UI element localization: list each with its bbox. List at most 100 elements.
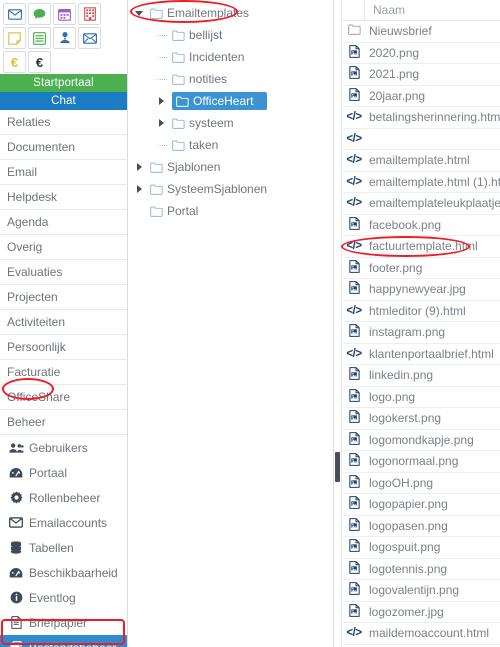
scrollbar-thumb[interactable] (335, 452, 340, 482)
file-row-20jaar-png[interactable]: 20jaar.png (343, 86, 500, 107)
file-row-facebook-png[interactable]: facebook.png (343, 215, 500, 236)
image-file-icon (348, 367, 360, 383)
sidebar-item-facturatie[interactable]: Facturatie (0, 360, 127, 385)
file-row-logokerst-png[interactable]: logokerst.png (343, 408, 500, 430)
file-row-footer-png[interactable]: footer.png (343, 258, 500, 279)
file-row-happynewyear-jpg[interactable]: happynewyear.jpg (343, 279, 500, 301)
tree-node-portal[interactable]: Portal (128, 200, 333, 222)
file-row-logo-png[interactable]: logo.png (343, 387, 500, 408)
tree-node-label: Emailtemplates (167, 6, 250, 20)
chevron-right-icon[interactable] (158, 97, 164, 105)
tree-node-sjablonen[interactable]: Sjablonen (128, 156, 333, 178)
file-row-logovalentijn-png[interactable]: logovalentijn.png (343, 580, 500, 602)
tree-node-selected[interactable]: OfficeHeart (172, 92, 268, 110)
file-row-factuurtemplate-html[interactable]: </> factuurtemplate.html (343, 236, 500, 258)
file-row-2021-png[interactable]: 2021.png (343, 64, 500, 86)
tree-node-emailtemplates[interactable]: Emailtemplates (128, 2, 333, 24)
building-icon[interactable] (78, 3, 101, 25)
portal-button-chat[interactable]: Chat (0, 92, 127, 110)
file-row-2020-png[interactable]: 2020.png (343, 43, 500, 64)
file-name: facebook.png (369, 217, 442, 232)
tree-node-systeemsjablonen[interactable]: SysteemSjablonen (128, 178, 333, 200)
file-row-logopasen-png[interactable]: logopasen.png (343, 516, 500, 537)
file-row-logopapier-png[interactable]: logopapier.png (343, 494, 500, 516)
envelope-icon (6, 517, 26, 528)
admin-item-bestandsbeheer[interactable]: Bestandsbeheer (0, 635, 127, 647)
sidebar-item-helpdesk[interactable]: Helpdesk (0, 185, 127, 210)
chevron-down-icon[interactable] (135, 10, 143, 16)
file-row-instagram-png[interactable]: instagram.png (343, 322, 500, 344)
tree-toggle[interactable] (150, 119, 172, 127)
admin-item-briefpapier[interactable]: Briefpapier (0, 610, 127, 635)
sidebar-item-beheer[interactable]: Beheer (0, 410, 127, 435)
sidebar-item-projecten[interactable]: Projecten (0, 285, 127, 310)
admin-item-rollenbeheer[interactable]: Rollenbeheer (0, 485, 127, 510)
file-name: emailtemplate.html (1).html (369, 174, 500, 189)
file-row-htmleditor-9-html[interactable]: </> htmleditor (9).html (343, 301, 500, 322)
file-row-linkedin-png[interactable]: linkedin.png (343, 365, 500, 387)
tree-node-officeheart[interactable]: OfficeHeart (128, 90, 333, 112)
file-row-logospuit-png[interactable]: logospuit.png (343, 537, 500, 559)
file-row-logomondkapje-png[interactable]: logomondkapje.png (343, 430, 500, 451)
file-row-logooh-png[interactable]: logoOH.png (343, 473, 500, 494)
tree-toggle[interactable] (128, 10, 150, 16)
sidebar-item-evaluaties[interactable]: Evaluaties (0, 260, 127, 285)
admin-item-eventlog[interactable]: Eventlog (0, 585, 127, 610)
calendar-icon[interactable] (53, 3, 76, 25)
code-file-icon: </> (346, 304, 362, 317)
file-list-scrollbar[interactable] (334, 0, 342, 647)
admin-item-emailaccounts[interactable]: Emailaccounts (0, 510, 127, 535)
file-row-maildemoaccount-html[interactable]: </> maildemoaccount.html (343, 623, 500, 645)
tree-node-systeem[interactable]: systeem (128, 112, 333, 134)
file-row-emailtemplate-html[interactable]: </> emailtemplate.html (343, 150, 500, 172)
column-header-name[interactable]: Naam (365, 3, 405, 17)
file-type-icon (343, 388, 365, 405)
admin-item-beschikbaarheid[interactable]: Beschikbaarheid (0, 560, 127, 585)
file-row-klantenportaalbrief-html[interactable]: </> klantenportaalbrief.html (343, 344, 500, 365)
chevron-right-icon[interactable] (158, 119, 164, 127)
euro-yellow-icon[interactable]: € (3, 51, 26, 73)
file-row-betalingsherinnering-html[interactable]: </> betalingsherinnering.html (343, 107, 500, 129)
tree-node-incidenten[interactable]: Incidenten (128, 46, 333, 68)
list-icon[interactable] (28, 27, 51, 49)
file-row-logonormaal-png[interactable]: logonormaal.png (343, 451, 500, 473)
admin-item-tabellen[interactable]: Tabellen (0, 535, 127, 560)
file-row-logotennis-png[interactable]: logotennis.png (343, 559, 500, 580)
admin-item-gebruikers[interactable]: Gebruikers (0, 435, 127, 460)
tree-toggle[interactable] (150, 97, 172, 105)
sidebar-item-officeshare[interactable]: OfficeShare (0, 385, 127, 410)
admin-item-portaal[interactable]: Portaal (0, 460, 127, 485)
file-list-panel[interactable]: Naam Nieuwsbrief 2020.png 2021.png 20jaar.p… (334, 0, 500, 647)
mail-icon[interactable] (3, 3, 26, 25)
tree-toggle[interactable] (128, 163, 150, 171)
sidebar-item-persoonlijk[interactable]: Persoonlijk (0, 335, 127, 360)
file-row-logozomer-jpg[interactable]: logozomer.jpg (343, 602, 500, 623)
file-name: logomondkapje.png (369, 432, 474, 447)
chevron-right-icon[interactable] (136, 185, 142, 193)
user-pin-icon[interactable] (53, 27, 76, 49)
sidebar-item-documenten[interactable]: Documenten (0, 135, 127, 160)
note-icon[interactable] (3, 27, 26, 49)
tree-node-taken[interactable]: taken (128, 134, 333, 156)
chat-icon[interactable] (28, 3, 51, 25)
file-name: happynewyear.jpg (369, 282, 466, 297)
file-row-nieuwsbrief[interactable]: Nieuwsbrief (343, 21, 500, 43)
tree-node-bellijst[interactable]: bellijst (128, 24, 333, 46)
sidebar-item-overig[interactable]: Overig (0, 235, 127, 260)
code-file-icon: </> (346, 175, 362, 188)
sidebar-item-activiteiten[interactable]: Activiteiten (0, 310, 127, 335)
file-row-untitled[interactable]: </> (343, 129, 500, 150)
tree-toggle[interactable] (128, 185, 150, 193)
file-row-emailtemplate-html-1-html[interactable]: </> emailtemplate.html (1).html (343, 172, 500, 193)
sidebar-item-relaties[interactable]: Relaties (0, 110, 127, 135)
tree-node-notities[interactable]: notities (128, 68, 333, 90)
file-row-emailtemplateleukplaatje-html[interactable]: </> emailtemplateleukplaatje.html (343, 193, 500, 215)
euro-black-icon[interactable]: € (28, 51, 51, 73)
chevron-right-icon[interactable] (136, 163, 142, 171)
file-rows: Nieuwsbrief 2020.png 2021.png 20jaar.png </>… (343, 21, 500, 645)
sidebar-item-email[interactable]: Email (0, 160, 127, 185)
portal-button-startportaal[interactable]: Startportaal (0, 74, 127, 92)
sidebar-item-agenda[interactable]: Agenda (0, 210, 127, 235)
folder-tree-panel[interactable]: Emailtemplates bellijst Incidenten notities… (128, 0, 334, 647)
envelope-open-icon[interactable] (78, 27, 101, 49)
